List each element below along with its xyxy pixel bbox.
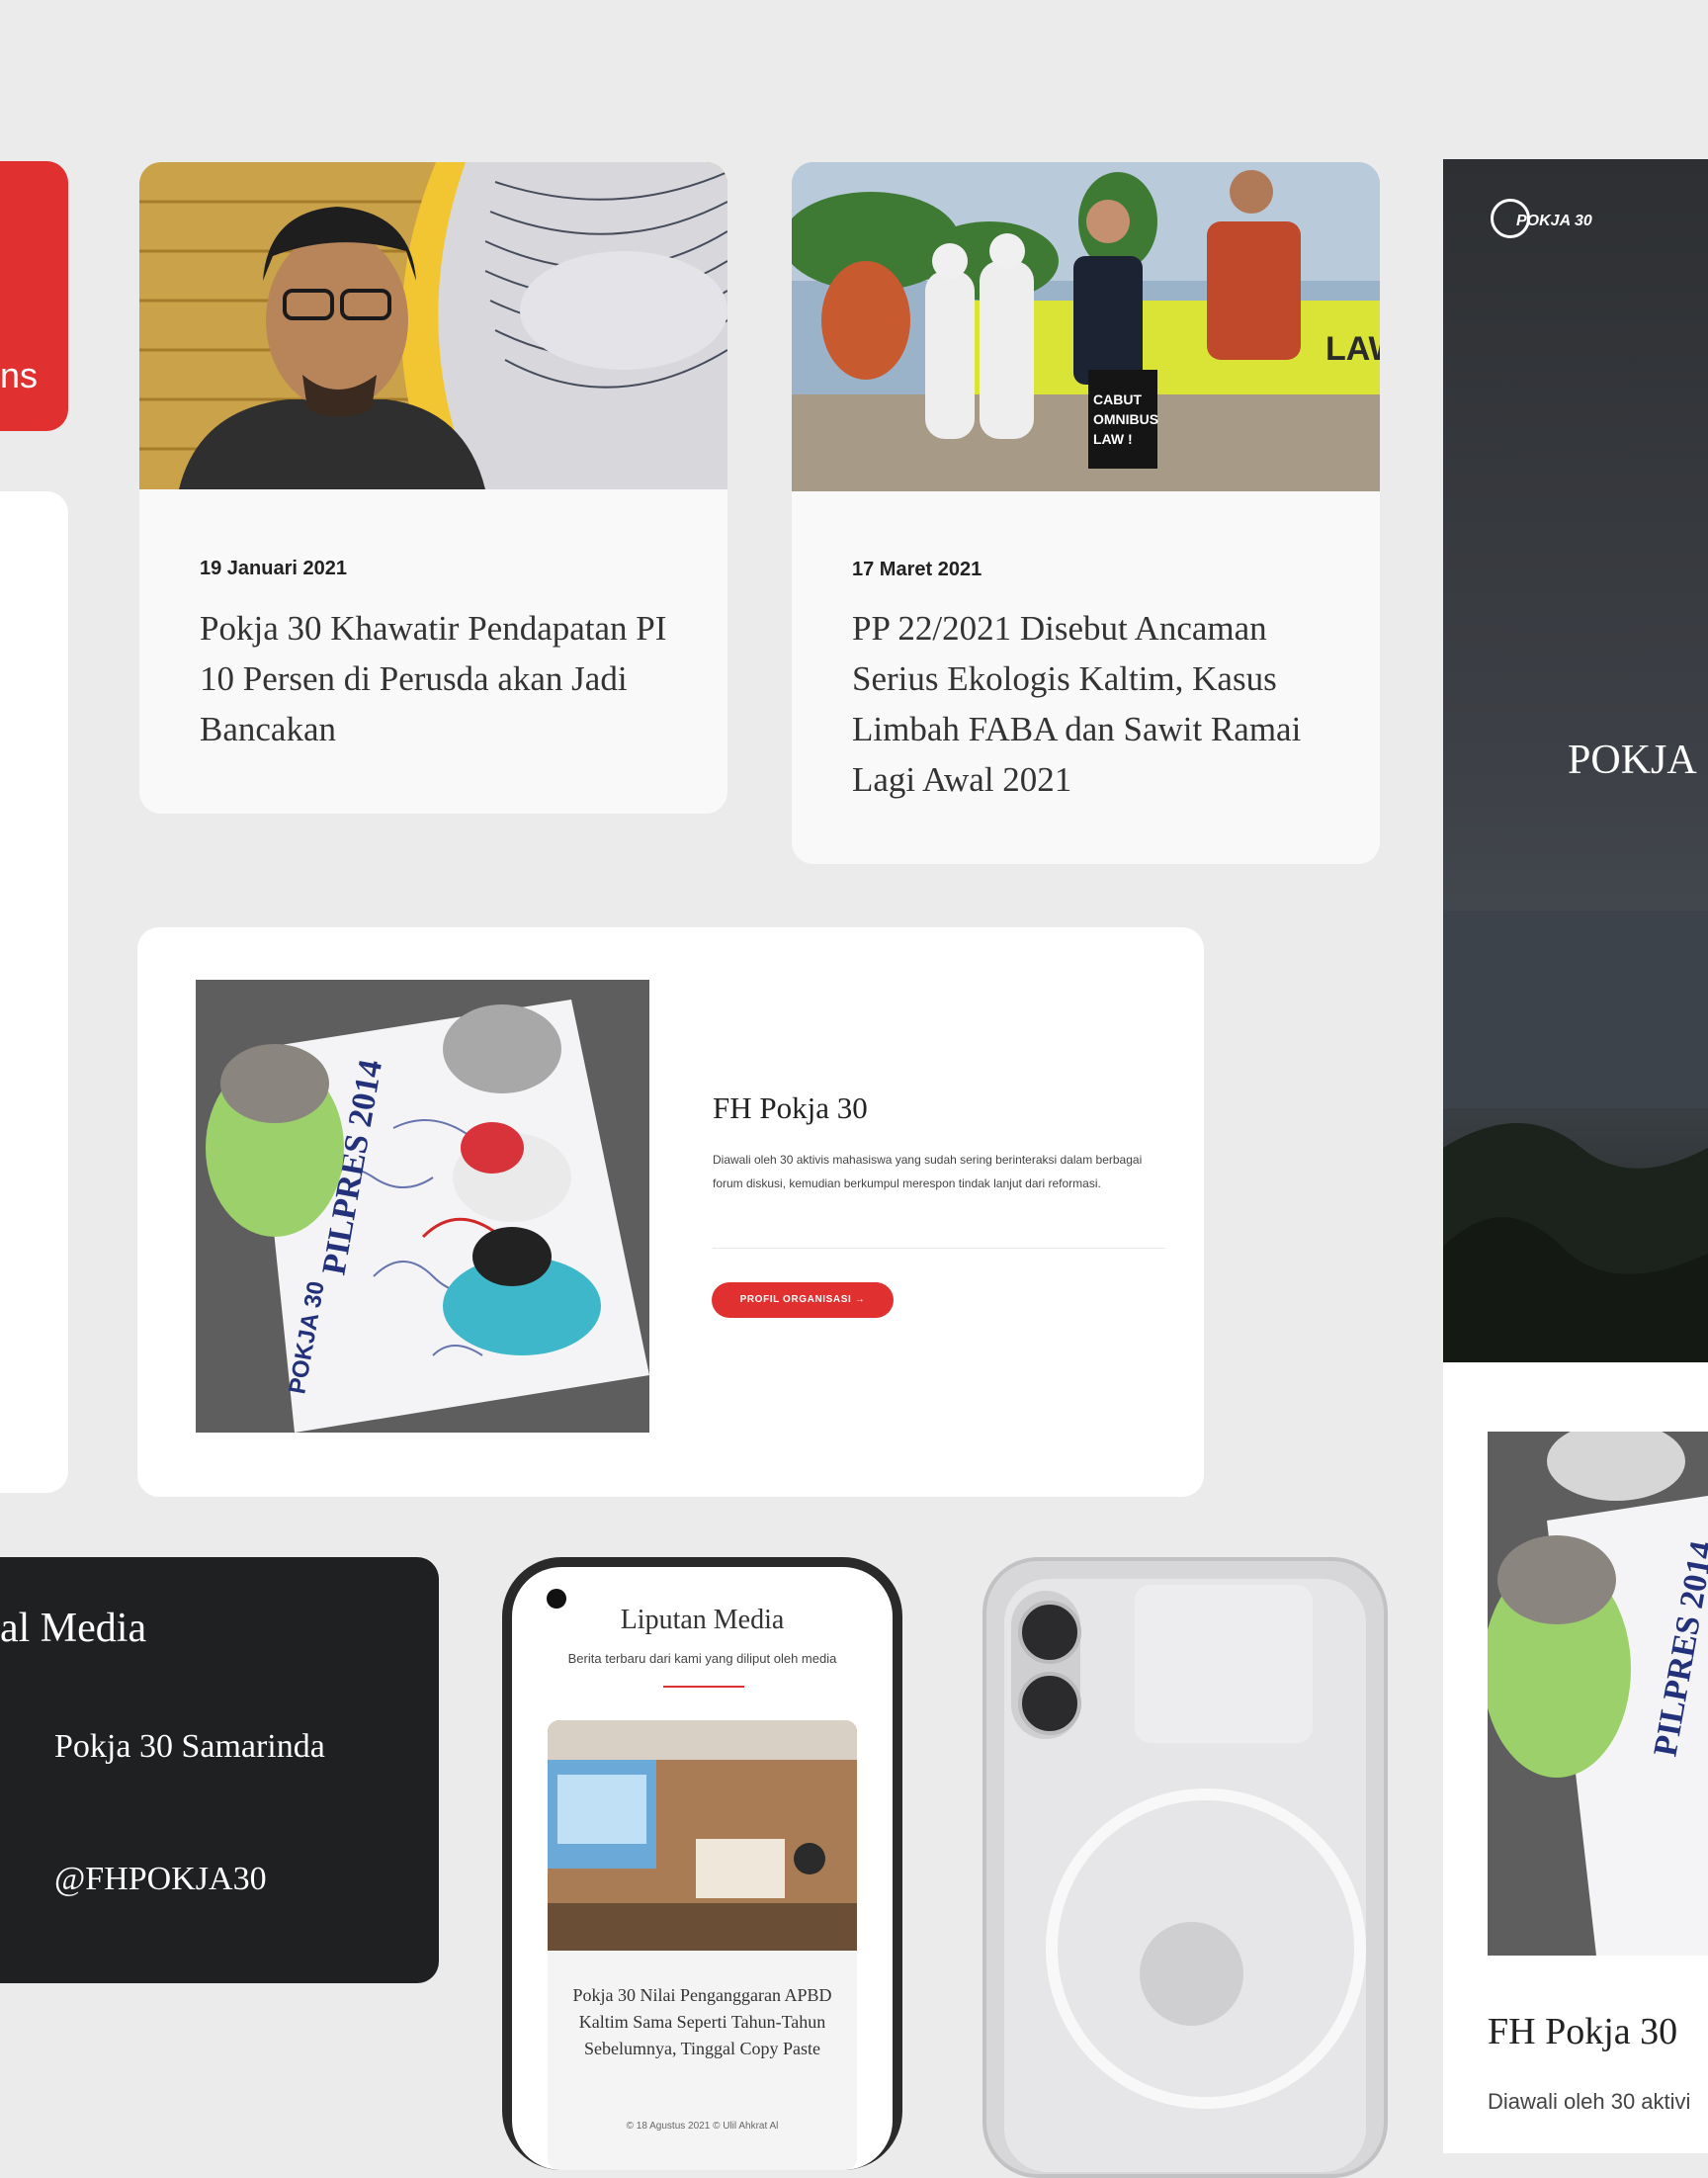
phone-section-subtitle: Berita terbaru dari kami yang diliput ol… xyxy=(567,1651,837,1666)
right-feature-card: PILPRES 2014 FH Pokja 30 Diawali oleh 30… xyxy=(1443,1362,1708,2153)
feature-card: PILPRES 2014 POKJA 30 FH Pokja 30 Diawal… xyxy=(137,927,1204,1497)
hero-title: POKJA xyxy=(1568,738,1697,783)
social-heading: al Media xyxy=(0,1606,147,1651)
back-panel-plate xyxy=(1135,1585,1313,1743)
arrow-right-icon: → xyxy=(854,1294,866,1305)
right-feature-title: FH Pokja 30 xyxy=(1488,2011,1678,2052)
left-panel-card xyxy=(0,491,68,1493)
social-media-card: al Media Pokja 30 Samarinda @FHPOKJA30 xyxy=(0,1557,439,1983)
phone-front-mockup: Liputan Media Berita terbaru dari kami y… xyxy=(502,1557,902,2170)
feature-photo-signing: PILPRES 2014 POKJA 30 xyxy=(196,980,649,1433)
red-tile-text: ns xyxy=(0,355,39,395)
news-photo-protest: LAW CABUT OMNIBUS LAW ! xyxy=(792,162,1380,491)
feature-divider xyxy=(713,1248,1165,1249)
news-date: 17 Maret 2021 xyxy=(852,559,982,580)
phone-article-card[interactable]: Pokja 30 Nilai Penganggaran APBD Kaltim … xyxy=(548,1720,857,2170)
phone-back-mockup xyxy=(982,1557,1388,2178)
camera-lens-icon xyxy=(1018,1601,1081,1664)
social-item-facebook[interactable]: Pokja 30 Samarinda xyxy=(54,1728,325,1766)
red-feature-tile[interactable]: ns xyxy=(0,161,68,431)
profil-organisasi-label: PROFIL ORGANISASI xyxy=(739,1294,852,1305)
phone-article-title[interactable]: Pokja 30 Nilai Penganggaran APBD Kaltim … xyxy=(571,1982,833,2062)
news-title[interactable]: Pokja 30 Khawatir Pendapatan PI 10 Perse… xyxy=(200,603,684,754)
phone-section-title: Liputan Media xyxy=(620,1605,785,1635)
wireless-coil xyxy=(1140,1922,1243,2026)
news-card[interactable]: 19 Januari 2021 Pokja 30 Khawatir Pendap… xyxy=(139,162,727,814)
phone-screen: Liputan Media Berita terbaru dari kami y… xyxy=(512,1567,893,2170)
news-title[interactable]: PP 22/2021 Disebut Ancaman Serius Ekolog… xyxy=(852,603,1336,805)
svg-text:LAW !: LAW ! xyxy=(1093,431,1133,447)
news-date: 19 Januari 2021 xyxy=(200,558,347,579)
profil-organisasi-button[interactable]: PROFIL ORGANISASI → xyxy=(712,1282,894,1318)
right-feature-photo: PILPRES 2014 xyxy=(1488,1432,1708,1956)
hero-logo-text: POKJA 30 xyxy=(1516,213,1592,229)
phone-article-meta: © 18 Agustus 2021 © Ulil Ahkrat Al xyxy=(626,2121,779,2132)
hero-card: POKJA 30 POKJA xyxy=(1443,159,1708,1362)
news-card[interactable]: LAW CABUT OMNIBUS LAW ! 17 Maret 2021 PP… xyxy=(792,162,1380,864)
right-feature-text: Diawali oleh 30 aktivi xyxy=(1488,2089,1691,2114)
feature-title: FH Pokja 30 xyxy=(713,1090,868,1125)
svg-text:CABUT: CABUT xyxy=(1093,392,1142,407)
camera-lens-icon xyxy=(1018,1672,1081,1735)
phone-title-underline xyxy=(663,1686,744,1688)
svg-text:LAW: LAW xyxy=(1325,330,1380,368)
social-item-instagram[interactable]: @FHPOKJA30 xyxy=(54,1861,267,1898)
news-photo-portrait xyxy=(139,162,727,489)
feature-description: Diawali oleh 30 aktivis mahasiswa yang s… xyxy=(713,1153,1143,1190)
svg-text:OMNIBUS: OMNIBUS xyxy=(1093,411,1158,427)
phone-article-photo xyxy=(548,1720,857,1951)
